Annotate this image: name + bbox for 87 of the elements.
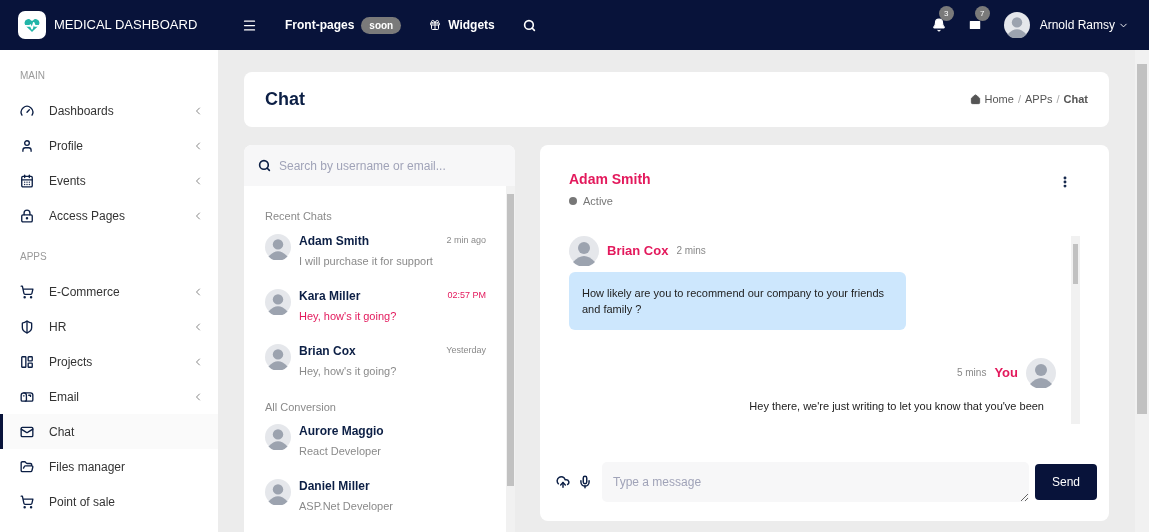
page-title: Chat [265,88,305,111]
avatar [265,288,291,315]
chat-preview: Hey, how's it going? [299,363,398,379]
breadcrumb-separator: / [1017,92,1021,108]
sidebar-item[interactable]: Chat [0,414,218,449]
message-input[interactable]: Type a message [602,462,1029,502]
menu-icon[interactable] [242,17,257,33]
contact-name: Daniel Miller [299,478,370,495]
chat-time: 02:57 PM [447,288,486,302]
avatar [569,235,599,266]
chat-preview: ASP.Net Developer [299,499,394,514]
soon-badge: soon [361,16,402,34]
chat-preview: I will purchase it for support [299,253,434,269]
sidebar-item[interactable]: Files manager [0,449,218,484]
messages-button[interactable] [967,18,982,32]
message-time: 2 mins [676,244,706,258]
upload-icon[interactable] [556,475,570,489]
sender-name: Brian Cox [607,241,669,260]
shield-icon [20,319,34,334]
sidebar-item[interactable]: Projects [0,344,218,379]
message-text: Hey there, we're just writing to let you know that you've been [749,398,1044,414]
send-button[interactable]: Send [1035,464,1097,500]
avatar [265,343,291,370]
gift-icon [429,19,442,31]
sidebar-item[interactable]: Access Pages [0,198,218,233]
chat-preview: React Developer [299,444,382,459]
avatar [265,424,291,450]
message-time: 5 mins [956,366,987,380]
contact-name: Brian Cox [299,342,356,360]
search-field[interactable]: Search by username or email... [279,156,501,175]
group-title: Recent Chats [265,209,333,224]
breadcrumb-link[interactable]: APPs [1024,91,1053,108]
avatar [265,233,291,260]
search-bar[interactable]: Search by username or email... [244,145,515,186]
sidebar-item[interactable]: Events [0,163,218,198]
breadcrumb-link[interactable]: Home [984,91,1014,108]
cart-icon [20,284,34,299]
breadcrumb-current: Chat [1063,92,1088,108]
chat-preview: Hey, how's it going? [299,308,398,324]
sidebar-item[interactable]: Point of sale [0,484,218,519]
lock-icon [20,208,34,223]
sidebar-item[interactable]: E-Commerce [0,274,218,309]
search-icon[interactable] [522,18,536,32]
logo-icon [18,11,46,39]
avatar [1026,357,1056,388]
conversation-item[interactable]: Adam Smith 2 min ago I will purchase it for support [265,233,486,289]
sidebar-item[interactable]: Email [0,379,218,414]
layout-icon [20,354,34,369]
sidebar-item[interactable]: Profile [0,128,218,163]
sidebar-item[interactable]: Dashboards [0,93,218,128]
count-badge: 3 [938,6,954,21]
search-icon [258,159,271,172]
sidebar-item[interactable]: HR [0,309,218,344]
contact-name: Adam Smith [299,232,369,250]
conversation-item[interactable]: Aurore Maggio React Developer [265,424,486,479]
mailbox-icon [20,389,34,404]
avatar [1003,12,1030,38]
count-badge: 7 [974,6,990,21]
contact-name: Kara Miller [299,287,361,305]
contact-name: Aurore Maggio [299,423,384,440]
nav-link[interactable]: Widgets [429,16,495,34]
envelope-icon [20,424,34,439]
cart-icon [20,494,34,509]
section-title: MAIN [19,69,46,83]
brand-name: MEDICAL DASHBOARD [54,16,198,35]
notification-button[interactable] [931,18,946,32]
breadcrumb-separator: / [1056,92,1060,108]
calendar-icon [20,173,34,188]
group-title: All Conversion [265,399,337,415]
nav-link[interactable]: Front-pages [285,16,355,34]
home-icon [969,94,981,105]
user-menu[interactable]: Arnold Ramsy [1039,16,1129,34]
microphone-icon[interactable] [578,475,592,489]
section-title: APPS [19,250,48,264]
conversation-item[interactable]: Brian Cox Yesterday Hey, how's it going? [265,343,486,399]
status-text: Active [583,194,613,209]
gauge-icon [20,103,34,118]
avatar [265,479,291,505]
message-bubble: How likely are you to recommend our company to your friends and family ? [569,271,906,330]
chat-time: Yesterday [446,343,486,357]
folder-icon [20,459,34,474]
chat-time: 2 min ago [446,233,486,247]
sender-name: You [994,363,1018,382]
conversation-item[interactable]: Kara Miller 02:57 PM Hey, how's it going? [265,288,486,344]
conversation-title: Adam Smith [569,170,651,189]
user-icon [20,138,34,153]
conversation-item[interactable]: Daniel Miller ASP.Net Developer [265,479,486,532]
